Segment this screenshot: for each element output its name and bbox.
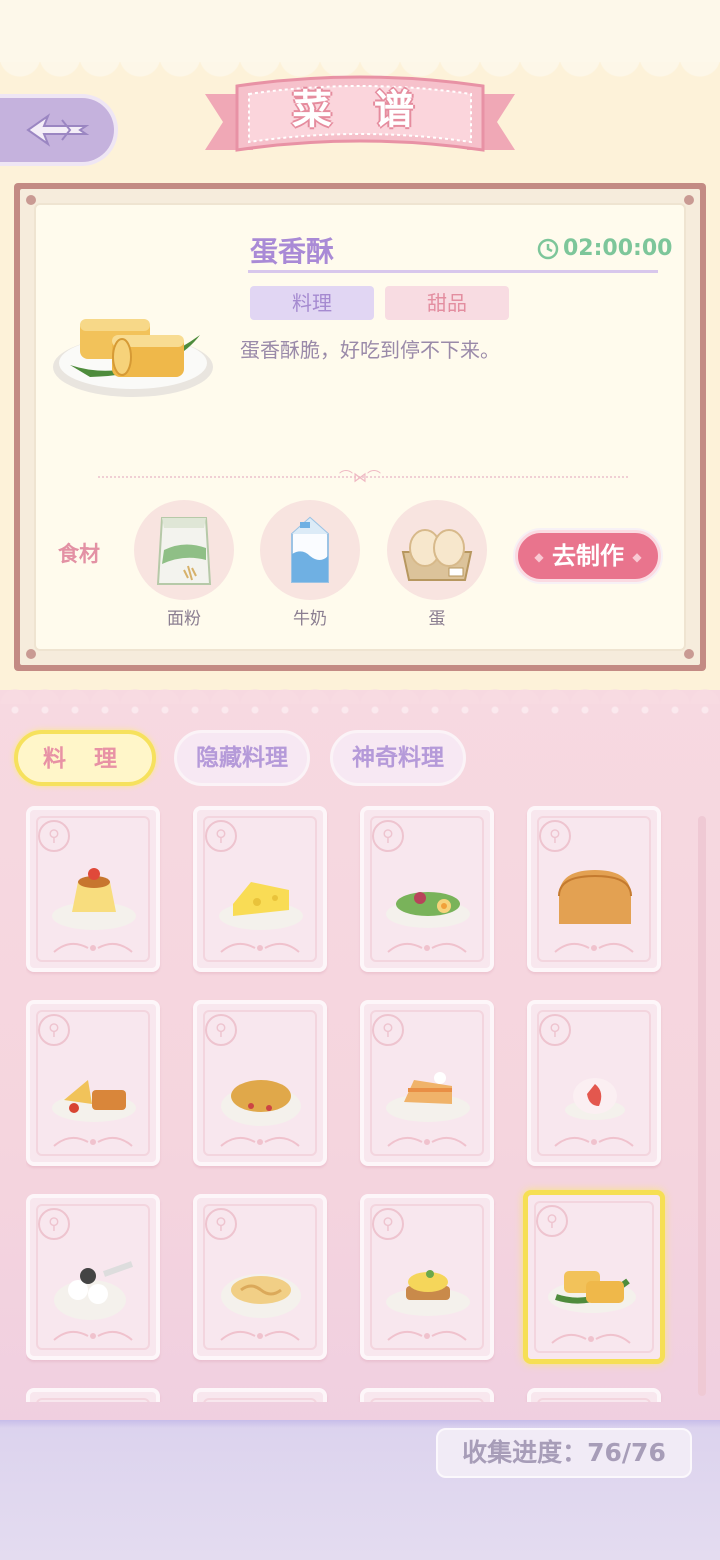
make-button[interactable]: ◆ 去制作 ◆ xyxy=(515,530,661,582)
egg-box-icon xyxy=(401,529,473,581)
recipe-card[interactable]: ⚲ xyxy=(527,1000,661,1166)
recipe-card[interactable]: ⚲ xyxy=(360,806,494,972)
diamond-icon: ◆ xyxy=(632,550,642,564)
back-button[interactable] xyxy=(0,94,118,166)
wheat-decoration-icon xyxy=(554,1136,634,1147)
bread-loaf-icon xyxy=(558,870,632,924)
name-underline xyxy=(248,270,658,273)
recipe-card[interactable]: ⚲ xyxy=(523,1190,665,1364)
tab-hidden-cuisine[interactable]: 隐藏料理 xyxy=(174,730,310,786)
ingredient-flour[interactable]: 面粉 xyxy=(134,500,234,629)
corner-rivet xyxy=(684,649,694,659)
make-button-label: 去制作 xyxy=(552,542,624,570)
cake-slice-icon xyxy=(386,1072,470,1122)
dish-name: 蛋香酥 xyxy=(250,235,335,268)
wheat-decoration-icon xyxy=(554,942,634,953)
recipe-card[interactable]: ⚲ xyxy=(360,1000,494,1166)
top-border xyxy=(0,0,720,62)
clock-icon xyxy=(537,238,559,259)
fries-toast-icon xyxy=(52,1080,136,1122)
ingredients-label: 食材 xyxy=(58,542,100,566)
recipe-card[interactable]: ⚲ xyxy=(193,1000,327,1166)
recipe-card[interactable]: ⚲ xyxy=(26,1194,160,1360)
tab-magic-cuisine[interactable]: 神奇料理 xyxy=(330,730,466,786)
recipe-grid[interactable]: ⚲ ⚲ ⚲ ⚲ ⚲ ⚲ ⚲ ⚲ ⚲ ⚲ ⚲ ⚲ xyxy=(26,806,686,1402)
tangyuan-icon xyxy=(54,1261,134,1320)
wheat-decoration-icon xyxy=(387,1136,467,1147)
noodle-bowl-icon xyxy=(221,1274,301,1318)
wheat-decoration-icon xyxy=(387,1330,467,1341)
recipe-card[interactable] xyxy=(26,1388,160,1402)
card-frame xyxy=(537,1398,651,1402)
corner-rivet xyxy=(26,195,36,205)
eggs-benedict-icon xyxy=(386,1270,470,1316)
dish-description: 蛋香酥脆，好吃到停不下来。 xyxy=(240,338,500,362)
card-frame xyxy=(370,1398,484,1402)
ingredient-milk[interactable]: 牛奶 xyxy=(260,500,360,629)
egg-roll-pastry-icon xyxy=(548,1271,636,1313)
grid-scrollbar[interactable] xyxy=(698,816,706,1396)
recipe-card[interactable]: ⚲ xyxy=(26,806,160,972)
card-frame xyxy=(36,1398,150,1402)
corner-rivet xyxy=(26,649,36,659)
ingredient-name: 蛋 xyxy=(428,609,446,629)
collection-progress: 收集进度：76/76 xyxy=(436,1428,692,1478)
panel-dots xyxy=(0,704,720,716)
diamond-icon: ◆ xyxy=(534,550,544,564)
recipe-card[interactable]: ⚲ xyxy=(360,1194,494,1360)
wheat-decoration-icon xyxy=(220,1330,300,1341)
recipe-card[interactable] xyxy=(527,1388,661,1402)
timer-value: 02:00:00 xyxy=(563,236,673,261)
cheese-icon xyxy=(219,882,303,930)
recipe-card[interactable]: ⚲ xyxy=(26,1000,160,1166)
ingredient-egg[interactable]: 蛋 xyxy=(387,500,487,629)
recipe-card[interactable] xyxy=(193,1388,327,1402)
strawberry-daifuku-icon xyxy=(565,1078,625,1120)
wheat-decoration-icon xyxy=(387,942,467,953)
cook-timer: 02:00:00 xyxy=(537,236,672,261)
tag-cuisine: 料理 xyxy=(250,286,374,320)
page-title: 菜 谱 xyxy=(292,87,428,133)
pudding-icon xyxy=(52,868,136,930)
recipe-card[interactable]: ⚲ xyxy=(527,806,661,972)
wheat-decoration-icon xyxy=(53,1330,133,1341)
roast-chicken-soup-icon xyxy=(221,1080,301,1126)
flour-bag-icon xyxy=(156,517,212,585)
wheat-decoration-icon xyxy=(551,1333,631,1344)
dish-image xyxy=(53,319,213,397)
panel-scallop xyxy=(0,680,720,704)
ingredient-name: 面粉 xyxy=(167,609,201,629)
wheat-decoration-icon xyxy=(53,942,133,953)
ingredient-name: 牛奶 xyxy=(293,609,327,629)
tag-dessert: 甜品 xyxy=(385,286,509,320)
corner-rivet xyxy=(684,195,694,205)
recipe-card[interactable]: ⚲ xyxy=(193,1194,327,1360)
bow-icon: ⌒⋈⌒ xyxy=(339,470,381,486)
recipe-card[interactable]: ⚲ xyxy=(193,806,327,972)
recipe-card[interactable] xyxy=(360,1388,494,1402)
tab-cuisine[interactable]: 料 理 xyxy=(14,730,156,786)
milk-carton-icon xyxy=(291,516,329,583)
wheat-decoration-icon xyxy=(53,1136,133,1147)
card-frame xyxy=(203,1398,317,1402)
back-arrow-icon xyxy=(26,113,90,147)
wheat-decoration-icon xyxy=(220,1136,300,1147)
salad-icon xyxy=(386,892,470,928)
wheat-decoration-icon xyxy=(220,942,300,953)
